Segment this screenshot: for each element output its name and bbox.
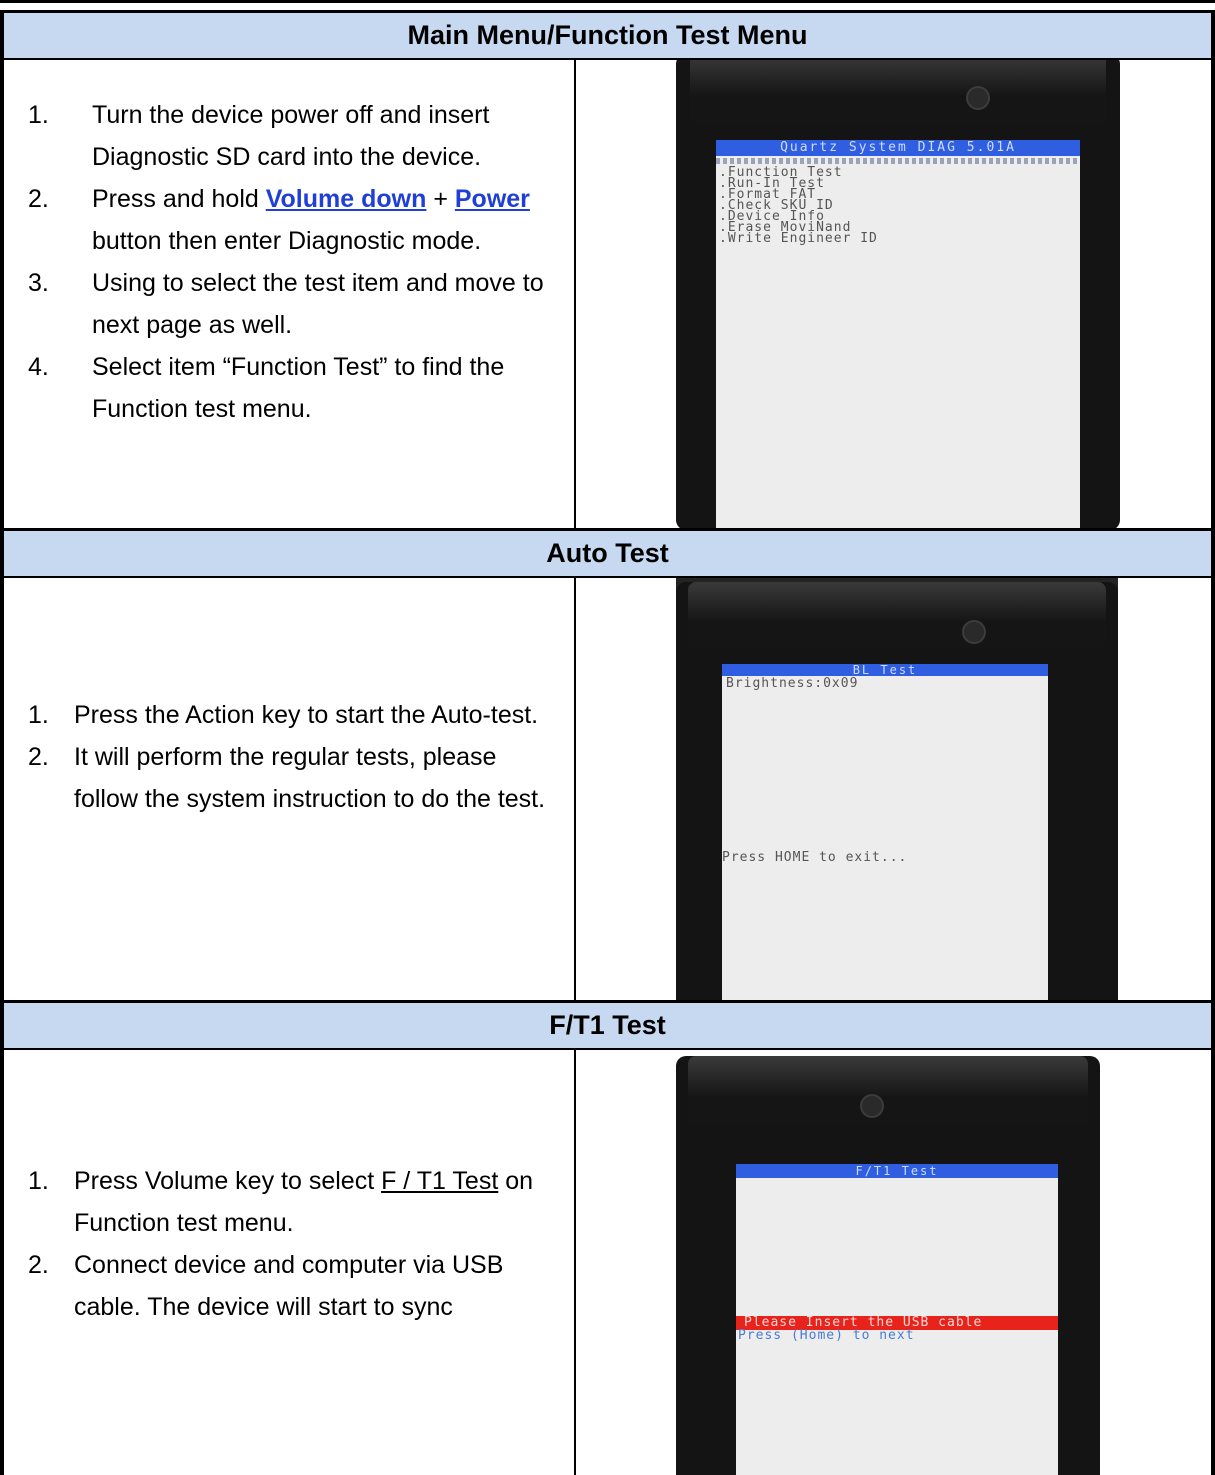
camera-icon <box>860 1094 884 1118</box>
screen-brightness-text: Brightness:0x09 <box>726 676 859 691</box>
photo-cell: Quartz System DIAG 5.01A .Function Test … <box>576 60 1215 528</box>
screen-menu-item: .Write Engineer ID <box>719 231 878 246</box>
photo-cell: BL Test Brightness:0x09 Press HOME to ex… <box>576 578 1215 1000</box>
photo-cell: F/T1 Test Please Insert the USB cable Pr… <box>576 1050 1215 1475</box>
step-number: 4. <box>28 353 49 381</box>
steps-list: 1. Turn the device power off and insert … <box>28 94 564 430</box>
step-text: Press Volume key to select <box>74 1167 382 1195</box>
step-text: Using to select the test item and move t… <box>92 269 544 339</box>
step-text: Turn the device power off and insert Dia… <box>92 101 490 171</box>
screen-divider <box>716 158 1080 164</box>
device-photo: BL Test Brightness:0x09 Press HOME to ex… <box>676 582 1118 1000</box>
step-number: 2. <box>28 185 49 213</box>
section-title: Main Menu/Function Test Menu <box>407 20 808 50</box>
volume-down-link[interactable]: Volume down <box>266 185 427 213</box>
steps-list: 1. Press the Action key to start the Aut… <box>28 694 564 820</box>
screen-next-hint: Press (Home) to next <box>738 1328 915 1343</box>
device-screen: BL Test Brightness:0x09 Press HOME to ex… <box>722 664 1048 1000</box>
screen-title-bar: Quartz System DIAG 5.01A <box>716 140 1080 156</box>
device-photo: F/T1 Test Please Insert the USB cable Pr… <box>676 1056 1100 1475</box>
ft1-test-label: F / T1 Test <box>381 1167 499 1195</box>
step-number: 2. <box>28 1251 49 1279</box>
device-bezel <box>688 1056 1088 1126</box>
device-screen: F/T1 Test Please Insert the USB cable Pr… <box>736 1164 1058 1475</box>
step-text: + <box>426 185 455 213</box>
instructions-cell: 1. Turn the device power off and insert … <box>0 60 576 528</box>
section-title: F/T1 Test <box>549 1010 666 1040</box>
instructions-cell: 1. Press Volume key to select F / T1 Tes… <box>0 1050 576 1475</box>
device-bezel <box>690 60 1106 124</box>
instructions-cell: 1. Press the Action key to start the Aut… <box>0 578 576 1000</box>
camera-icon <box>966 86 990 110</box>
step-item: 4. Select item “Function Test” to find t… <box>28 346 564 430</box>
screen-title-bar: F/T1 Test <box>736 1164 1058 1178</box>
step-text: Press and hold <box>92 185 266 213</box>
step-text: Press the Action key to start the Auto-t… <box>74 701 539 729</box>
step-number: 1. <box>28 1167 49 1195</box>
step-item: 2. It will perform the regular tests, pl… <box>28 736 564 820</box>
step-item: 1. Turn the device power off and insert … <box>28 94 564 178</box>
step-number: 1. <box>28 101 49 129</box>
step-number: 1. <box>28 701 49 729</box>
step-number: 2. <box>28 743 49 771</box>
step-text: button then enter Diagnostic mode. <box>92 227 482 255</box>
section-title: Auto Test <box>546 538 669 568</box>
step-text: Connect device and computer via USB cabl… <box>74 1251 504 1321</box>
section-row-ft1-test: 1. Press Volume key to select F / T1 Tes… <box>0 1050 1215 1475</box>
power-link[interactable]: Power <box>455 185 530 213</box>
step-item: 2. Press and hold Volume down + Power bu… <box>28 178 564 262</box>
step-text: Select item “Function Test” to find the … <box>92 353 505 423</box>
section-row-main-menu: 1. Turn the device power off and insert … <box>0 60 1215 528</box>
step-item: 2. Connect device and computer via USB c… <box>28 1244 564 1328</box>
step-text: It will perform the regular tests, pleas… <box>74 743 546 813</box>
document-page: Main Menu/Function Test Menu 1. Turn the… <box>0 0 1215 1475</box>
screen-exit-hint: Press HOME to exit... <box>722 850 908 865</box>
device-photo: Quartz System DIAG 5.01A .Function Test … <box>676 60 1120 528</box>
screen-title-bar: BL Test <box>722 664 1048 676</box>
device-screen: Quartz System DIAG 5.01A .Function Test … <box>716 140 1080 528</box>
section-row-auto-test: 1. Press the Action key to start the Aut… <box>0 578 1215 1000</box>
device-bezel <box>688 582 1106 648</box>
step-item: 3. Using to select the test item and mov… <box>28 262 564 346</box>
step-item: 1. Press the Action key to start the Aut… <box>28 694 564 736</box>
step-item: 1. Press Volume key to select F / T1 Tes… <box>28 1160 564 1244</box>
steps-list: 1. Press Volume key to select F / T1 Tes… <box>28 1160 564 1328</box>
section-header-auto-test: Auto Test <box>0 528 1215 578</box>
section-header-main-menu: Main Menu/Function Test Menu <box>0 10 1215 60</box>
table-top-border <box>0 0 1215 3</box>
step-number: 3. <box>28 269 49 297</box>
camera-icon <box>962 620 986 644</box>
section-header-ft1-test: F/T1 Test <box>0 1000 1215 1050</box>
